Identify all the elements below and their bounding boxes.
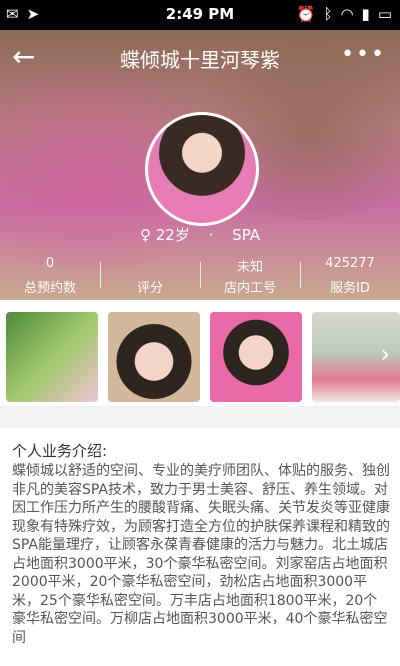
page-title: 蝶倾城十里河琴紫 <box>120 48 280 72</box>
age-label: 22岁 <box>155 226 190 244</box>
alarm-clock-icon: ⏰ <box>296 5 316 23</box>
stat-label: 店内工号 <box>223 281 276 296</box>
female-icon: ♀ <box>139 226 151 244</box>
stat-staff-number: 未知 店内工号 <box>200 256 300 298</box>
stat-service-id: 425277 服务ID <box>300 256 400 298</box>
stat-label: 评分 <box>136 281 163 296</box>
wifi-icon: ◠ <box>340 5 354 23</box>
chevron-right-icon[interactable]: › <box>380 340 390 368</box>
back-arrow-icon[interactable]: ← <box>12 42 42 72</box>
gallery-photo[interactable] <box>108 312 200 402</box>
signal-icon: ▮ <box>361 5 370 23</box>
avatar[interactable] <box>145 112 259 226</box>
bluetooth-icon: ᛒ <box>323 5 333 23</box>
stat-value: 425277 <box>325 256 375 271</box>
profile-header: ← 蝶倾城十里河琴紫 ••• ♀ 22岁 · SPA 0 总预约数 评分 未知 … <box>0 30 400 300</box>
gallery-photo[interactable] <box>210 312 302 402</box>
gallery-photo[interactable] <box>6 312 98 402</box>
description-heading: 个人业务介绍: <box>12 442 108 460</box>
stat-label: 服务ID <box>330 281 370 296</box>
stat-rating: 评分 <box>100 256 200 298</box>
separator: · <box>208 226 214 244</box>
stat-total-bookings: 0 总预约数 <box>0 256 100 298</box>
photo-gallery[interactable] <box>0 300 400 406</box>
category-label: SPA <box>232 226 261 244</box>
stat-value <box>100 256 200 274</box>
profile-info: ♀ 22岁 · SPA <box>0 224 400 245</box>
stat-label: 总预约数 <box>23 281 76 296</box>
stat-value: 0 <box>45 256 55 271</box>
battery-icon: ▭ <box>377 5 392 23</box>
status-bar: ✉ ➤ 2:49 PM ⏰ ᛒ ◠ ▮ ▭ <box>0 0 400 30</box>
description-section: 个人业务介绍: 蝶倾城以舒适的空间、专业的美疗师团队、体贴的服务、独创非凡的美容… <box>0 428 400 666</box>
stat-value: 未知 <box>236 260 263 275</box>
stats-bar: 0 总预约数 评分 未知 店内工号 425277 服务ID <box>0 256 400 298</box>
more-icon[interactable]: ••• <box>341 42 386 67</box>
description-text: 蝶倾城以舒适的空间、专业的美疗师团队、体贴的服务、独创非凡的美容SPA技术，致力… <box>12 463 390 646</box>
